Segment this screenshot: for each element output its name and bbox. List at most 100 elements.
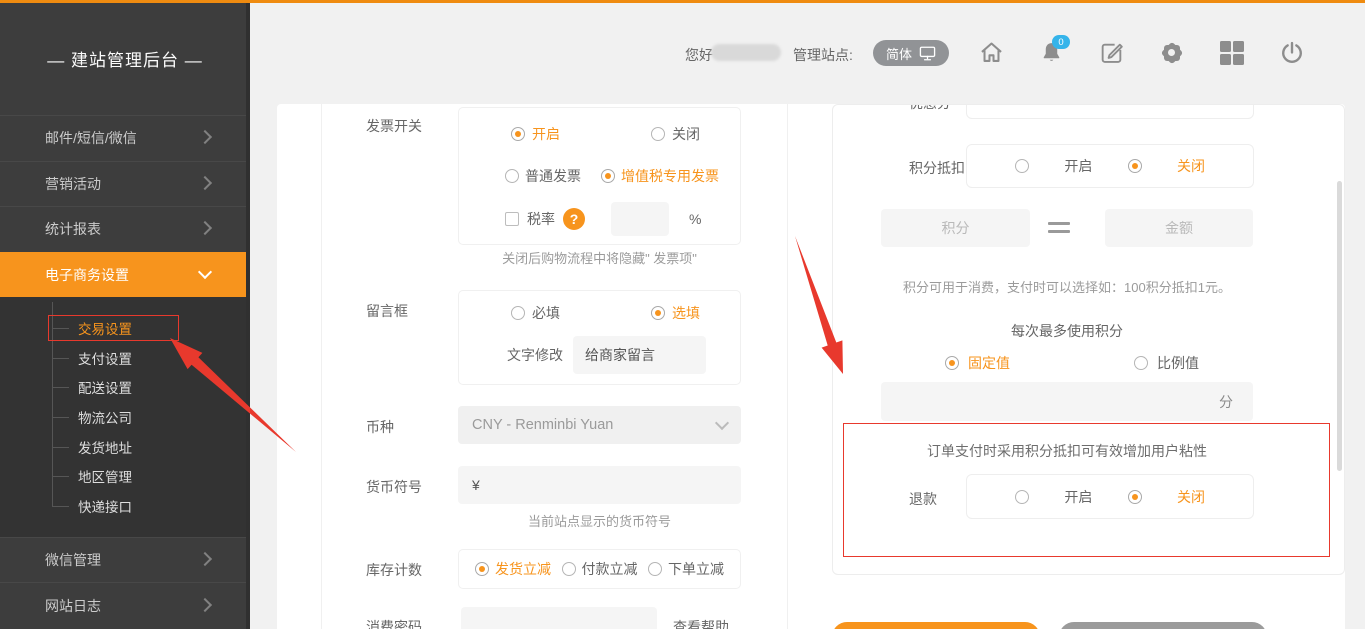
radio-label[interactable]: 开启 xyxy=(532,124,560,144)
radio-stock-on-order[interactable] xyxy=(648,562,662,576)
sidebar-subitem-region-management[interactable]: 地区管理 xyxy=(0,461,250,491)
points-input[interactable] xyxy=(881,209,1030,247)
points-settings-panel: 优惠分 开启 关闭 积分抵扣 开启 关闭 积分可用于消费，支付时可以选择如：10… xyxy=(832,104,1345,575)
language-site-pill[interactable]: 简体 xyxy=(873,40,949,66)
radio-label[interactable]: 固定值 xyxy=(968,353,1010,373)
monitor-icon xyxy=(919,46,936,61)
max-points-input[interactable]: 分 xyxy=(881,382,1253,421)
currency-select[interactable]: CNY - Renminbi Yuan xyxy=(458,406,741,444)
tax-rate-label: 税率 xyxy=(527,209,555,229)
cancel-button[interactable] xyxy=(1059,622,1267,629)
sidebar-nav: 邮件/短信/微信 营销活动 统计报表 电子商务设置 交易设置 xyxy=(0,115,250,628)
radio-invoice-off[interactable] xyxy=(651,127,665,141)
text-edit-label: 文字修改 xyxy=(507,345,563,365)
max-points-title: 每次最多使用积分 xyxy=(833,321,1301,341)
radio-label[interactable]: 关闭 xyxy=(1177,487,1205,507)
radio-label[interactable]: 开启 xyxy=(1064,156,1092,176)
stock-group-box: 发货立减 付款立减 下单立减 xyxy=(458,549,741,589)
chevron-right-icon xyxy=(198,176,212,190)
radio-fixed-value[interactable] xyxy=(945,356,959,370)
radio-label[interactable]: 增值税专用发票 xyxy=(621,166,719,186)
sidebar-subitem-payment-settings[interactable]: 支付设置 xyxy=(0,343,250,373)
sidebar-subitem-logistics-company[interactable]: 物流公司 xyxy=(0,402,250,432)
radio-ratio-value[interactable] xyxy=(1134,356,1148,370)
apps-grid-icon[interactable] xyxy=(1218,39,1245,66)
points-deduct-row: 开启 关闭 xyxy=(966,144,1254,188)
currency-symbol-input[interactable] xyxy=(458,466,741,504)
sidebar-subitem-trade-settings[interactable]: 交易设置 xyxy=(0,313,250,343)
subitem-label: 物流公司 xyxy=(78,407,132,427)
chevron-down-icon xyxy=(715,416,729,430)
stock-count-label: 库存计数 xyxy=(366,560,422,580)
sidebar-item-label: 电子商务设置 xyxy=(45,265,129,285)
bonus-points-row: 开启 关闭 xyxy=(966,104,1254,119)
sidebar-item-marketing[interactable]: 营销活动 xyxy=(0,161,250,207)
refund-row: 开启 关闭 xyxy=(966,474,1254,519)
chevron-down-icon xyxy=(198,265,212,279)
logout-power-icon[interactable] xyxy=(1278,39,1305,66)
radio-label[interactable]: 下单立减 xyxy=(668,559,724,579)
radio-label[interactable]: 关闭 xyxy=(1177,104,1205,107)
pay-password-input[interactable] xyxy=(461,607,657,629)
sidebar-subitem-shipping-address[interactable]: 发货地址 xyxy=(0,432,250,462)
sidebar-item-site-log[interactable]: 网站日志 xyxy=(0,582,250,628)
panel-scrollbar-thumb[interactable] xyxy=(1337,181,1342,471)
radio-stock-on-pay[interactable] xyxy=(562,562,576,576)
sidebar-item-wechat-management[interactable]: 微信管理 xyxy=(0,537,250,583)
radio-label[interactable]: 选填 xyxy=(672,303,700,323)
radio-label[interactable]: 开启 xyxy=(1064,104,1092,107)
subitem-label: 发货地址 xyxy=(78,437,132,457)
subitem-label: 交易设置 xyxy=(78,318,132,338)
manage-site-label: 管理站点: xyxy=(793,45,853,65)
radio-label[interactable]: 关闭 xyxy=(672,124,700,144)
sidebar-subitem-delivery-settings[interactable]: 配送设置 xyxy=(0,372,250,402)
tax-rate-input[interactable] xyxy=(611,202,669,236)
notifications-bell-icon[interactable]: 0 xyxy=(1038,39,1065,66)
currency-select-value: CNY - Renminbi Yuan xyxy=(472,417,613,433)
radio-refund-on[interactable] xyxy=(1015,490,1029,504)
subitem-label: 支付设置 xyxy=(78,348,132,368)
radio-label[interactable]: 比例值 xyxy=(1157,353,1199,373)
chevron-right-icon xyxy=(198,130,212,144)
help-question-icon[interactable]: ? xyxy=(563,208,585,230)
max-points-mode-row: 固定值 比例值 xyxy=(945,353,1199,373)
sidebar-item-mail-sms-wechat[interactable]: 邮件/短信/微信 xyxy=(0,115,250,161)
sidebar-item-label: 统计报表 xyxy=(45,219,101,239)
sidebar-item-ecommerce-settings[interactable]: 电子商务设置 xyxy=(0,252,250,298)
save-button[interactable] xyxy=(832,622,1040,629)
radio-label[interactable]: 普通发票 xyxy=(525,166,581,186)
tax-rate-checkbox[interactable] xyxy=(505,212,519,226)
sidebar-submenu: 交易设置 支付设置 配送设置 物流公司 发货地址 地区管理 快递 xyxy=(0,297,250,537)
app-title: — 建站管理后台 — xyxy=(0,46,250,71)
radio-label[interactable]: 发货立减 xyxy=(495,559,551,579)
subitem-label: 地区管理 xyxy=(78,466,132,486)
radio-message-optional[interactable] xyxy=(651,306,665,320)
sidebar-subitem-express-interface[interactable]: 快递接口 xyxy=(0,491,250,521)
radio-label[interactable]: 开启 xyxy=(1064,487,1092,507)
percent-sign: % xyxy=(689,211,701,227)
view-help-link[interactable]: 查看帮助 xyxy=(673,617,729,629)
edit-icon[interactable] xyxy=(1098,39,1125,66)
home-icon[interactable] xyxy=(978,39,1005,66)
radio-refund-off[interactable] xyxy=(1128,490,1142,504)
radio-label[interactable]: 付款立减 xyxy=(582,559,638,579)
radio-vat-invoice[interactable] xyxy=(601,169,615,183)
radio-label[interactable]: 关闭 xyxy=(1177,156,1205,176)
sidebar-edge xyxy=(246,0,250,629)
radio-invoice-on[interactable] xyxy=(511,127,525,141)
radio-normal-invoice[interactable] xyxy=(505,169,519,183)
radio-label[interactable]: 必填 xyxy=(532,303,560,323)
header-icon-bar: 0 xyxy=(978,39,1305,66)
radio-message-required[interactable] xyxy=(511,306,525,320)
subitem-label: 快递接口 xyxy=(78,496,132,516)
radio-deduct-on[interactable] xyxy=(1015,159,1029,173)
top-accent-bar xyxy=(0,0,1365,3)
radio-deduct-off[interactable] xyxy=(1128,159,1142,173)
settings-gear-icon[interactable] xyxy=(1158,39,1185,66)
trade-settings-form-panel: 发票开关 开启 关闭 普通发票 增值税专用发票 税率 xyxy=(321,104,788,629)
points-deduct-label: 积分抵扣 xyxy=(909,158,965,178)
amount-input[interactable] xyxy=(1105,209,1253,247)
message-text-input[interactable] xyxy=(573,336,706,374)
sidebar-item-statistics[interactable]: 统计报表 xyxy=(0,206,250,252)
radio-stock-on-ship[interactable] xyxy=(475,562,489,576)
